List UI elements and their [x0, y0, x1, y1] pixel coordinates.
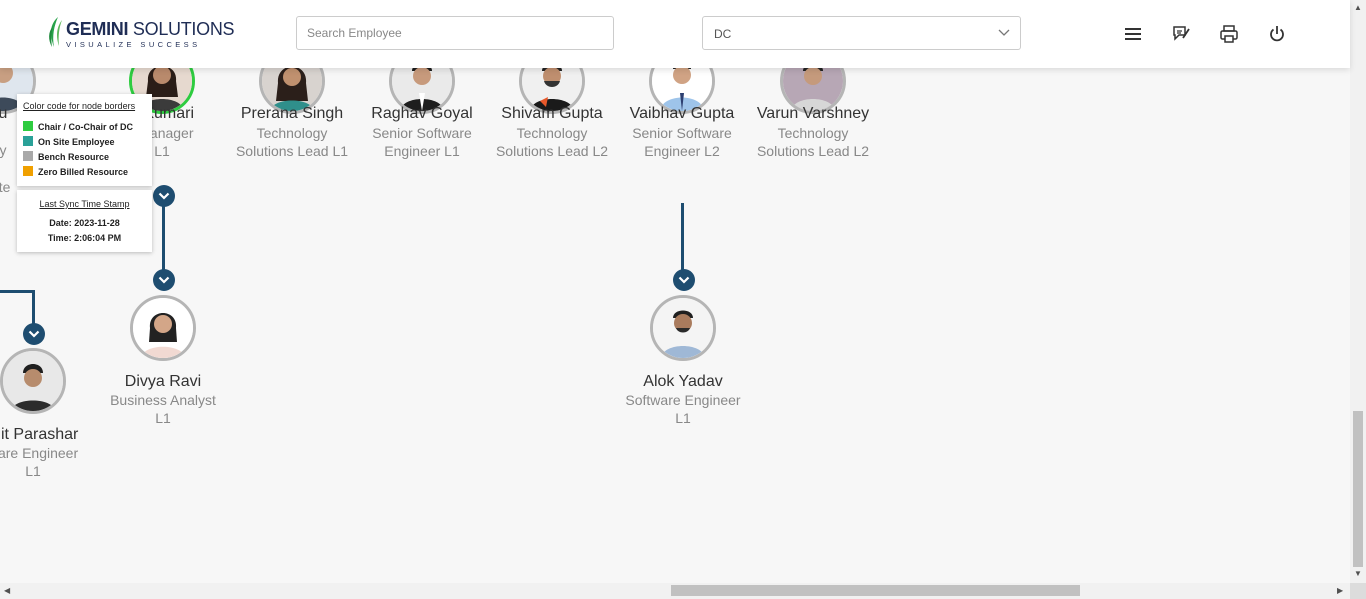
- chevron-down-icon: [678, 276, 690, 284]
- sync-date: Date: 2023-11-28: [49, 218, 120, 228]
- search-employee-input[interactable]: [296, 16, 614, 50]
- employee-role: Technology: [777, 125, 849, 141]
- employee-level: L1: [675, 410, 691, 426]
- legend-label: On Site Employee: [38, 137, 115, 147]
- employee-node[interactable]: Prerana Singh Technology Solutions Lead …: [217, 68, 367, 178]
- chevron-down-icon: [158, 192, 170, 200]
- chevron-down-icon: [28, 330, 40, 338]
- org-chart-canvas[interactable]: u y ite a Kumari t Manager L1 Prerana Si…: [0, 68, 1350, 583]
- scroll-down-arrow-icon[interactable]: ▼: [1354, 570, 1362, 578]
- employee-level: Engineer L2: [644, 143, 720, 159]
- dc-select[interactable]: DC: [702, 16, 1021, 50]
- employee-node[interactable]: Shivam Gupta Technology Solutions Lead L…: [477, 68, 627, 178]
- last-sync-panel: Last Sync Time Stamp Date: 2023-11-28 Ti…: [17, 190, 152, 252]
- expand-toggle-button[interactable]: [673, 269, 695, 291]
- employee-name: Raghav Goyal: [371, 105, 473, 122]
- employee-node[interactable]: Raghav Goyal Senior Software Engineer L1: [347, 68, 497, 178]
- legend-label: Zero Billed Resource: [38, 167, 129, 177]
- employee-level: Solutions Lead L1: [235, 143, 349, 159]
- employee-node[interactable]: Alok Yadav Software Engineer L1: [608, 295, 758, 430]
- employee-role: Technology: [256, 125, 328, 141]
- dc-select-value: DC: [714, 27, 732, 41]
- logo-suffix: SOLUTIONS: [132, 19, 235, 39]
- avatar: [650, 295, 716, 361]
- legend-item: Bench Resource: [23, 151, 109, 162]
- collapse-toggle-button[interactable]: [153, 185, 175, 207]
- employee-name: Shivam Gupta: [501, 105, 603, 122]
- power-icon[interactable]: [1267, 24, 1287, 44]
- scroll-left-arrow-icon[interactable]: ◀: [4, 587, 10, 595]
- top-header: GEMINI SOLUTIONS VISUALIZE SUCCESS DC: [0, 0, 1350, 68]
- legend-swatch: [23, 166, 33, 176]
- employee-name: Alok Yadav: [643, 373, 723, 390]
- employee-name: Divya Ravi: [124, 373, 202, 390]
- scroll-up-arrow-icon[interactable]: ▲: [1354, 4, 1362, 12]
- logo-name: GEMINI: [66, 19, 129, 39]
- legend-item: Chair / Co-Chair of DC: [23, 121, 133, 132]
- employee-role: ware Engineer: [0, 445, 79, 461]
- horizontal-scroll-thumb[interactable]: [671, 585, 1080, 596]
- employee-role: Senior Software: [632, 125, 732, 141]
- legend-title: Color code for node borders: [23, 101, 136, 111]
- employee-level: L1: [155, 410, 171, 426]
- connector-line: [0, 290, 34, 293]
- legend-label: Bench Resource: [38, 152, 110, 162]
- expand-toggle-button[interactable]: [153, 269, 175, 291]
- legend-swatch: [23, 121, 33, 131]
- employee-level: Solutions Lead L2: [495, 143, 609, 159]
- legend-swatch: [23, 136, 33, 146]
- border-color-legend: Color code for node borders Chair / Co-C…: [17, 94, 152, 186]
- legend-item: Zero Billed Resource: [23, 166, 128, 177]
- employee-name: Prerana Singh: [240, 105, 344, 122]
- logo-mark-icon: [49, 17, 62, 47]
- horizontal-scrollbar[interactable]: ◀ ▶: [0, 583, 1350, 599]
- employee-level: Solutions Lead L2: [756, 143, 870, 159]
- logo-tagline: VISUALIZE SUCCESS: [66, 40, 201, 49]
- employee-role: Software Engineer: [625, 392, 741, 408]
- employee-level: L1: [25, 463, 41, 479]
- vertical-scroll-thumb[interactable]: [1353, 411, 1363, 567]
- chevron-down-icon: [998, 29, 1010, 36]
- legend-swatch: [23, 151, 33, 161]
- employee-level: Engineer L1: [384, 143, 460, 159]
- employee-node[interactable]: Varun Varshney Technology Solutions Lead…: [738, 68, 888, 178]
- expand-toggle-button[interactable]: [23, 323, 45, 345]
- employee-name: Vaibhav Gupta: [629, 105, 735, 122]
- avatar: [130, 295, 196, 361]
- chevron-down-icon: [158, 276, 170, 284]
- vertical-scrollbar[interactable]: ▲ ▼: [1350, 0, 1366, 583]
- employee-role: Technology: [516, 125, 588, 141]
- scroll-right-arrow-icon[interactable]: ▶: [1337, 587, 1343, 595]
- avatar: [0, 348, 66, 414]
- sync-time: Time: 2:06:04 PM: [47, 233, 122, 243]
- employee-node[interactable]: Vaibhav Gupta Senior Software Engineer L…: [607, 68, 757, 178]
- feedback-icon[interactable]: [1171, 24, 1191, 44]
- scrollbar-corner: [1350, 583, 1366, 599]
- employee-role: Senior Software: [372, 125, 472, 141]
- company-logo[interactable]: GEMINI SOLUTIONS VISUALIZE SUCCESS: [46, 16, 235, 52]
- print-icon[interactable]: [1219, 24, 1239, 44]
- employee-name: Varun Varshney: [756, 105, 870, 122]
- employee-node[interactable]: Divya Ravi Business Analyst L1: [88, 295, 238, 430]
- sync-title: Last Sync Time Stamp: [39, 199, 130, 209]
- legend-label: Chair / Co-Chair of DC: [38, 122, 134, 132]
- legend-item: On Site Employee: [23, 136, 115, 147]
- employee-role: Business Analyst: [110, 392, 216, 408]
- menu-icon[interactable]: [1123, 24, 1143, 44]
